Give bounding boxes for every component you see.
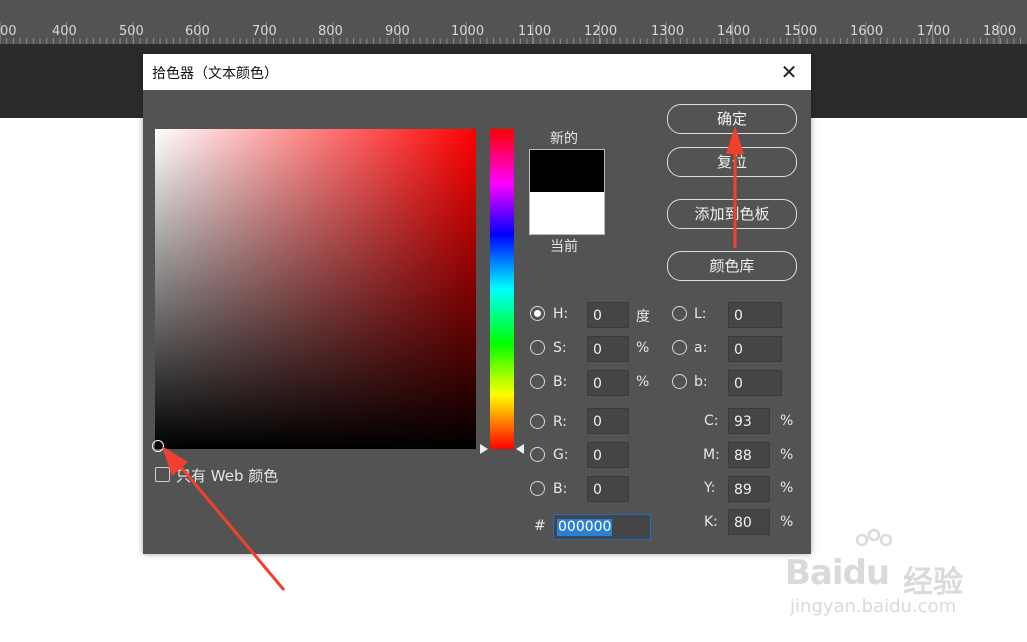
- arrow-to-ok-button: [726, 126, 744, 248]
- paw-icon: [855, 528, 893, 547]
- watermark-cn: 经验: [903, 565, 963, 600]
- watermark-url: jingyan.baidu.com: [790, 596, 957, 617]
- arrow-to-field-marker: [162, 446, 286, 591]
